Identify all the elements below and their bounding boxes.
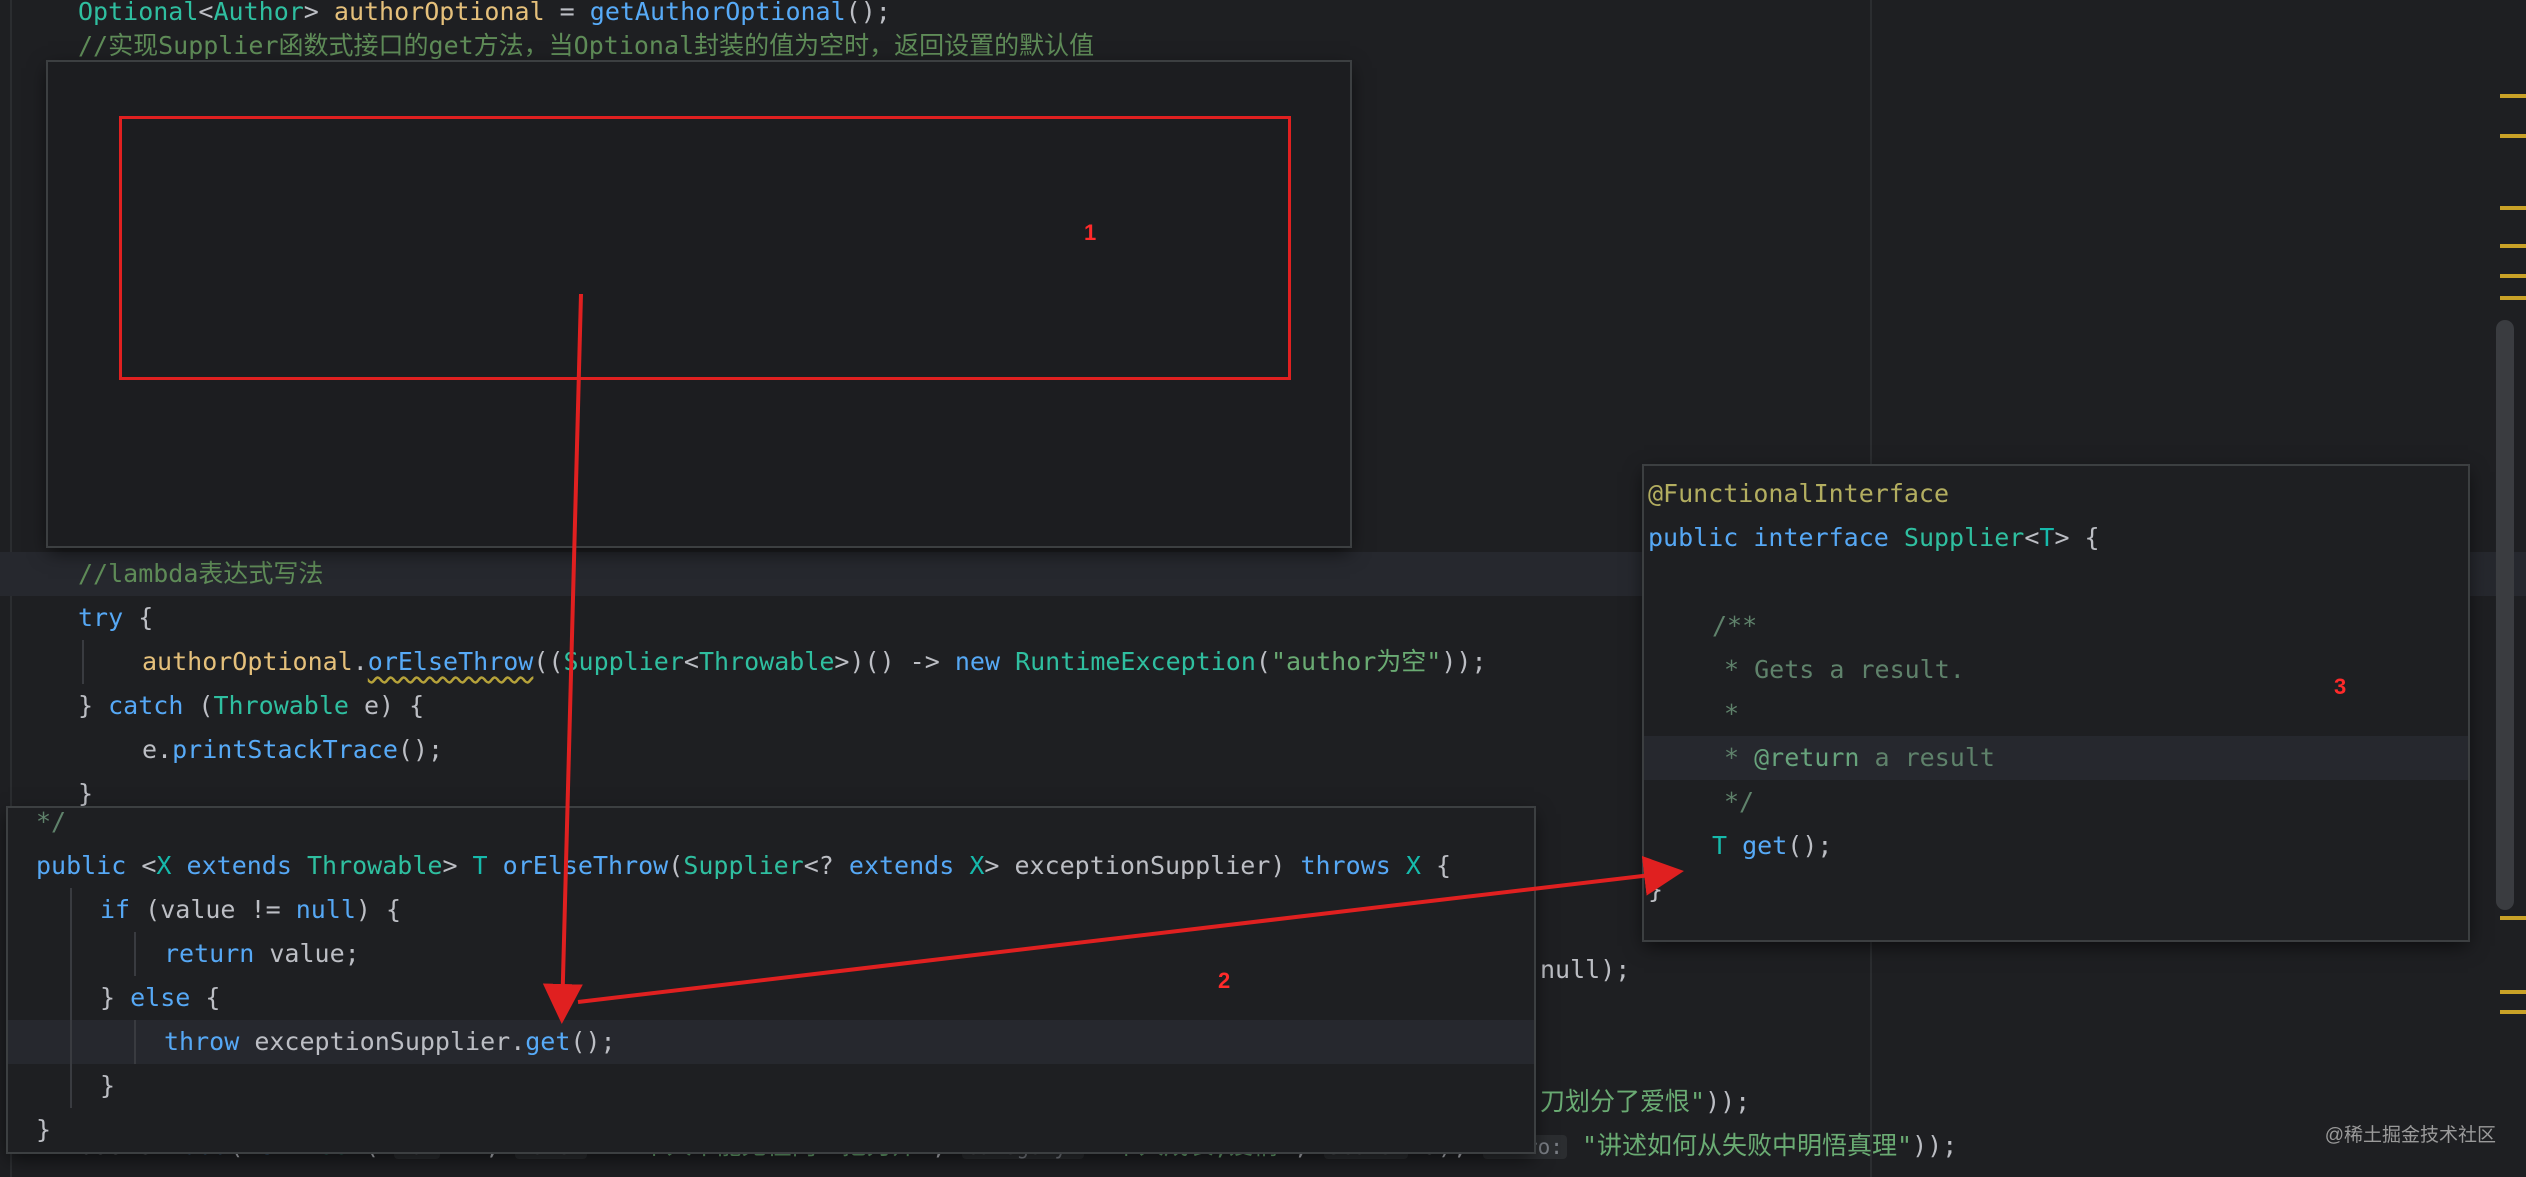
- scroll-marker: [2500, 1010, 2526, 1014]
- scroll-marker: [2500, 296, 2526, 300]
- code-line: }: [36, 1115, 52, 1144]
- code-line: authorOptional.orElseThrow((Supplier<Thr…: [142, 647, 1487, 676]
- code-line: e.printStackTrace();: [142, 735, 444, 764]
- code-line: */: [1724, 787, 1755, 816]
- code-line: try {: [78, 603, 154, 632]
- code-line: throw exceptionSupplier.get();: [164, 1027, 616, 1056]
- code-line: }: [100, 1071, 116, 1100]
- code-line: * Gets a result.: [1724, 655, 1965, 684]
- watermark: @稀土掘金技术社区: [2324, 1125, 2496, 1146]
- code-line: return value;: [164, 939, 360, 968]
- code-line: } catch (Throwable e) {: [78, 691, 425, 720]
- code-line: /**: [1712, 611, 1758, 640]
- indent-guide: [70, 888, 72, 1108]
- scroll-marker: [2500, 274, 2526, 278]
- code-line: */: [36, 808, 67, 836]
- code-line: } else {: [100, 983, 221, 1012]
- code-line: null);: [1540, 955, 1631, 984]
- code-popup-supplier-interface: @FunctionalInterface public interface Sup…: [1644, 466, 2468, 940]
- scroll-marker: [2500, 990, 2526, 994]
- indent-guide: [82, 640, 84, 684]
- scroll-marker: [2500, 916, 2526, 920]
- code-line: public <X extends Throwable> T orElseThr…: [36, 851, 1451, 880]
- code-line: public interface Supplier<T> {: [1648, 523, 2100, 552]
- code-line: T get();: [1712, 831, 1833, 860]
- code-line: if (value != null) {: [100, 895, 402, 924]
- scroll-marker: [2500, 206, 2526, 210]
- indent-guide: [134, 1020, 136, 1064]
- annotation-marker-3: 3: [2334, 674, 2347, 699]
- code-line: *: [1724, 699, 1740, 728]
- annotation-marker-2: 2: [1218, 968, 1231, 993]
- annotation-box: [119, 116, 1291, 380]
- vertical-scrollbar[interactable]: [2496, 320, 2514, 910]
- code-line: //lambda表达式写法: [78, 559, 324, 588]
- annotation-marker-1: 1: [1084, 220, 1097, 245]
- code-editor[interactable]: Optional<Author> authorOptional = getAut…: [0, 0, 2526, 1177]
- scroll-marker: [2500, 244, 2526, 248]
- code-line: * @return a result: [1724, 743, 1995, 772]
- code-line: 刀划分了爱恨"));: [1540, 1087, 1751, 1116]
- code-line: }: [1648, 875, 1664, 904]
- scroll-marker: [2500, 94, 2526, 98]
- indent-guide: [134, 932, 136, 976]
- scroll-marker: [2500, 134, 2526, 138]
- code-line: @FunctionalInterface: [1648, 479, 1950, 508]
- code-popup-orelsethrow-source: */ public <X extends Throwable> T orElseT…: [8, 808, 1534, 1152]
